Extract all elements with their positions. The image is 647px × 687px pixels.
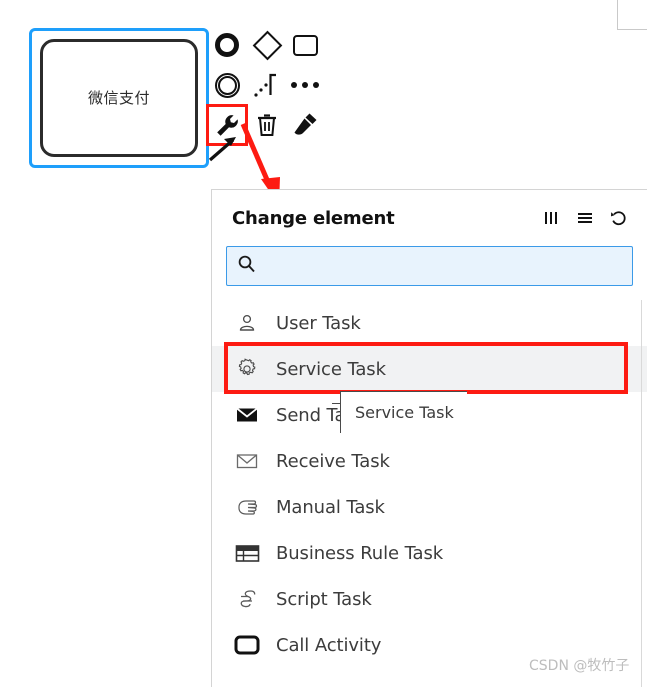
service-task-icon bbox=[234, 356, 260, 382]
list-item-label: Manual Task bbox=[276, 496, 385, 518]
brush-icon[interactable] bbox=[288, 108, 322, 142]
columns-icon[interactable] bbox=[541, 208, 561, 228]
append-end-event-icon[interactable] bbox=[210, 28, 244, 62]
list-item-label: Business Rule Task bbox=[276, 542, 444, 564]
list-item-script-task[interactable]: Script Task bbox=[212, 576, 647, 622]
element-list: User Task Service Task Send Task Receive… bbox=[212, 300, 647, 668]
change-element-panel[interactable]: Change element User Task Service Task Se… bbox=[211, 189, 647, 687]
diagram-canvas[interactable]: 微信支付 Change element User Task Service Ta… bbox=[0, 0, 647, 687]
panel-scroll-gutter[interactable] bbox=[641, 300, 642, 687]
list-item-label: Service Task bbox=[276, 358, 386, 380]
tooltip: Service Task bbox=[340, 391, 467, 433]
list-item-user-task[interactable]: User Task bbox=[212, 300, 647, 346]
list-item-label: Receive Task bbox=[276, 450, 390, 472]
watermark: CSDN @牧竹子 bbox=[529, 658, 630, 674]
panel-search-area bbox=[212, 246, 647, 286]
manual-task-icon bbox=[234, 494, 260, 520]
list-item-label: Script Task bbox=[276, 588, 372, 610]
bpmn-task-shape[interactable]: 微信支付 bbox=[40, 39, 198, 157]
more-options-icon[interactable] bbox=[288, 68, 322, 102]
receive-task-icon bbox=[234, 448, 260, 474]
trash-icon[interactable] bbox=[250, 108, 284, 142]
panel-header-actions bbox=[541, 208, 629, 228]
panel-title: Change element bbox=[232, 207, 395, 229]
list-item-business-rule-task[interactable]: Business Rule Task bbox=[212, 530, 647, 576]
business-rule-task-icon bbox=[234, 540, 260, 566]
refresh-icon[interactable] bbox=[609, 208, 629, 228]
list-item-label: Call Activity bbox=[276, 634, 382, 656]
append-intermediate-event-icon[interactable] bbox=[210, 68, 244, 102]
search-icon bbox=[237, 254, 256, 278]
user-task-icon bbox=[234, 310, 260, 336]
tooltip-label: Service Task bbox=[355, 403, 454, 422]
change-element-wrench-highlight[interactable] bbox=[206, 104, 248, 146]
append-gateway-icon[interactable] bbox=[250, 28, 284, 62]
send-task-icon bbox=[234, 402, 260, 428]
append-task-icon[interactable] bbox=[288, 28, 322, 62]
search-input[interactable] bbox=[264, 257, 622, 275]
context-pad[interactable] bbox=[206, 28, 322, 158]
canvas-corner-marker bbox=[617, 0, 647, 30]
list-icon[interactable] bbox=[575, 208, 595, 228]
list-item-label: User Task bbox=[276, 312, 361, 334]
script-task-icon bbox=[234, 586, 260, 612]
call-activity-icon bbox=[234, 632, 260, 658]
wrench-icon bbox=[216, 114, 238, 136]
connect-icon[interactable] bbox=[250, 68, 284, 102]
task-label: 微信支付 bbox=[87, 88, 150, 107]
list-item-receive-task[interactable]: Receive Task bbox=[212, 438, 647, 484]
search-box[interactable] bbox=[226, 246, 633, 286]
list-item-manual-task[interactable]: Manual Task bbox=[212, 484, 647, 530]
list-item-service-task[interactable]: Service Task bbox=[212, 346, 647, 392]
panel-header: Change element bbox=[212, 190, 647, 246]
